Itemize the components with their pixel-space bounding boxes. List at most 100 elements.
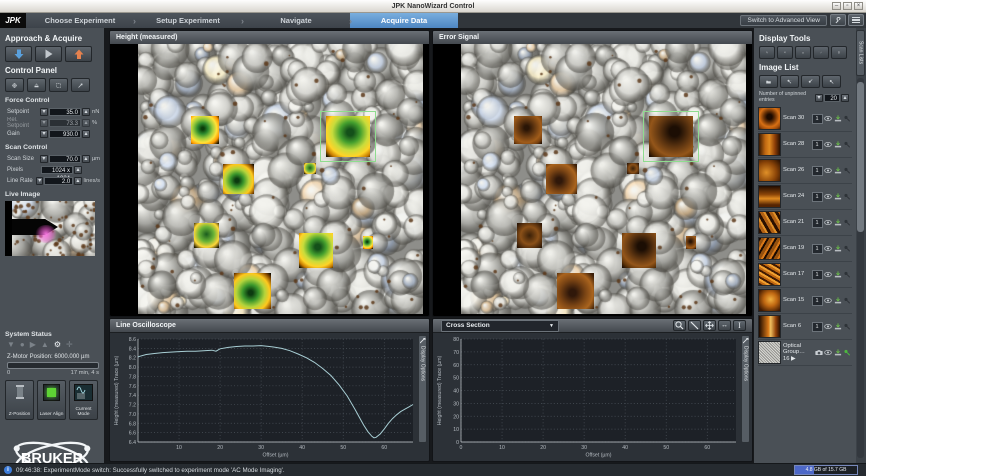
pin-icon[interactable] xyxy=(843,323,851,330)
scan-lists-tab[interactable]: Scan Lists xyxy=(856,30,865,76)
maximize-button[interactable]: ▫ xyxy=(843,2,852,10)
visibility-eye-icon[interactable] xyxy=(824,219,832,226)
scan-thumbnail[interactable] xyxy=(758,107,781,130)
image-list-row[interactable]: Scan 241 xyxy=(758,184,852,210)
save-export-icon[interactable] xyxy=(834,245,842,252)
scan-thumbnail[interactable] xyxy=(758,211,781,234)
display-options-tab[interactable]: Display Options xyxy=(741,335,750,443)
frame-count-badge[interactable]: 1 xyxy=(812,270,823,280)
approach-button[interactable] xyxy=(5,46,32,62)
visibility-eye-icon[interactable] xyxy=(824,115,832,122)
image-list-row[interactable]: Scan 191 xyxy=(758,236,852,262)
tab-navigate[interactable]: Navigate› xyxy=(242,13,350,28)
pin-icon[interactable] xyxy=(843,349,851,356)
z-position-button[interactable]: Z-Position xyxy=(5,380,34,420)
frame-count-badge[interactable]: 1 xyxy=(812,296,823,306)
save-export-icon[interactable] xyxy=(834,193,842,200)
save-export-icon[interactable] xyxy=(834,271,842,278)
save-export-icon[interactable] xyxy=(834,167,842,174)
afm-scan-region[interactable] xyxy=(686,236,696,249)
scan-thumbnail[interactable] xyxy=(758,133,781,156)
increment-button[interactable]: ▴ xyxy=(82,155,90,163)
afm-scan-region[interactable] xyxy=(194,223,219,248)
open-folder-button[interactable] xyxy=(759,75,778,88)
afm-scan-region[interactable] xyxy=(649,116,693,157)
line-tool-button[interactable] xyxy=(688,320,701,331)
decrement-button[interactable]: ▾ xyxy=(40,108,48,116)
frame-count-badge[interactable]: 1 xyxy=(812,322,823,332)
tab-setup-experiment[interactable]: Setup Experiment› xyxy=(134,13,242,28)
scan-thumbnail[interactable] xyxy=(758,237,781,260)
scan-thumbnail[interactable] xyxy=(758,315,781,338)
param-value[interactable]: 1024 x 1024 xyxy=(41,166,73,174)
oscilloscope-titlebar[interactable]: Line Oscilloscope xyxy=(110,319,429,333)
minimize-button[interactable]: – xyxy=(832,2,841,10)
run-scan-button[interactable] xyxy=(35,46,62,62)
scan-thumbnail[interactable] xyxy=(758,289,781,312)
afm-scan-region[interactable] xyxy=(514,116,542,144)
image-list-row[interactable]: Scan 151 xyxy=(758,288,852,314)
image-list-row[interactable]: Scan 211 xyxy=(758,210,852,236)
h-range-tool-button[interactable]: ↔ xyxy=(718,320,731,331)
save-export-icon[interactable] xyxy=(834,297,842,304)
decrement-button[interactable]: ▾ xyxy=(40,155,48,163)
pin-icon[interactable] xyxy=(843,115,851,122)
decrement-button[interactable]: ▾ xyxy=(36,177,43,185)
pin-all-button[interactable]: ° xyxy=(780,75,799,88)
visibility-eye-icon[interactable] xyxy=(824,141,832,148)
unpinned-entries-value[interactable]: 20 xyxy=(824,94,840,102)
param-value[interactable]: 73.3 xyxy=(49,119,81,127)
scan-thumbnail[interactable] xyxy=(758,185,781,208)
pin-icon[interactable] xyxy=(843,141,851,148)
display-options-tab[interactable]: Display Options xyxy=(418,335,427,443)
decrement-button[interactable]: ▾ xyxy=(40,130,48,138)
frame-tool-button[interactable] xyxy=(831,46,847,59)
save-export-icon[interactable] xyxy=(834,323,842,330)
scrollbar-thumb[interactable] xyxy=(857,82,864,232)
scan-region-button[interactable] xyxy=(49,78,68,92)
afm-scan-region[interactable] xyxy=(517,223,542,248)
unpinned-increment-button[interactable]: ▴ xyxy=(841,94,849,102)
height-image-area[interactable] xyxy=(110,44,429,316)
visibility-eye-icon[interactable] xyxy=(824,245,832,252)
afm-scan-region[interactable] xyxy=(557,273,594,309)
current-mode-button[interactable]: Current Mode xyxy=(69,380,98,420)
save-export-icon[interactable] xyxy=(834,349,842,356)
increment-button[interactable]: ▴ xyxy=(82,119,90,127)
image-list-row[interactable]: Scan 61 xyxy=(758,314,852,340)
afm-scan-region[interactable] xyxy=(326,116,370,157)
image-list-row[interactable]: Scan 281 xyxy=(758,132,852,158)
camera-icon[interactable] xyxy=(815,349,823,356)
afm-scan-region[interactable] xyxy=(546,164,577,194)
param-value[interactable]: 2.0 xyxy=(44,177,73,185)
frame-count-badge[interactable]: 1 xyxy=(812,166,823,176)
frame-count-badge[interactable]: 1 xyxy=(812,114,823,124)
close-button[interactable]: × xyxy=(854,2,863,10)
error-image-area[interactable] xyxy=(433,44,752,316)
afm-scan-region[interactable] xyxy=(363,236,373,249)
afm-scan-region[interactable] xyxy=(299,233,333,268)
zoom-display-button[interactable] xyxy=(759,46,775,59)
afm-scan-region[interactable] xyxy=(223,164,254,194)
cursor-tool-button[interactable]: I xyxy=(733,320,746,331)
tab-choose-experiment[interactable]: Choose Experiment› xyxy=(26,13,134,28)
afm-scan-region[interactable] xyxy=(191,116,219,144)
increment-button[interactable]: ▴ xyxy=(82,108,90,116)
frame-count-badge[interactable]: 1 xyxy=(812,244,823,254)
visibility-eye-icon[interactable] xyxy=(824,167,832,174)
scan-thumbnail[interactable] xyxy=(758,159,781,182)
increment-button[interactable]: ▴ xyxy=(74,177,81,185)
image-list-row[interactable]: Scan 301 xyxy=(758,106,852,132)
optical-group-count[interactable]: 16 ▶ xyxy=(783,356,796,362)
frame-count-badge[interactable]: 1 xyxy=(812,218,823,228)
laser-align-button[interactable]: Laser Align xyxy=(37,380,66,420)
pin-icon[interactable] xyxy=(843,271,851,278)
image-list-row-optical-group[interactable]: Optical Group…16 ▶ xyxy=(758,340,852,366)
pin-down-button[interactable] xyxy=(822,75,841,88)
frame-count-badge[interactable]: 1 xyxy=(812,140,823,150)
image-list-scrollbar[interactable] xyxy=(857,78,864,458)
cross-section-dropdown[interactable]: Cross Section ▼ xyxy=(441,320,559,332)
save-export-icon[interactable] xyxy=(834,219,842,226)
visibility-eye-icon[interactable] xyxy=(824,297,832,304)
afm-scan-region[interactable] xyxy=(304,163,316,174)
